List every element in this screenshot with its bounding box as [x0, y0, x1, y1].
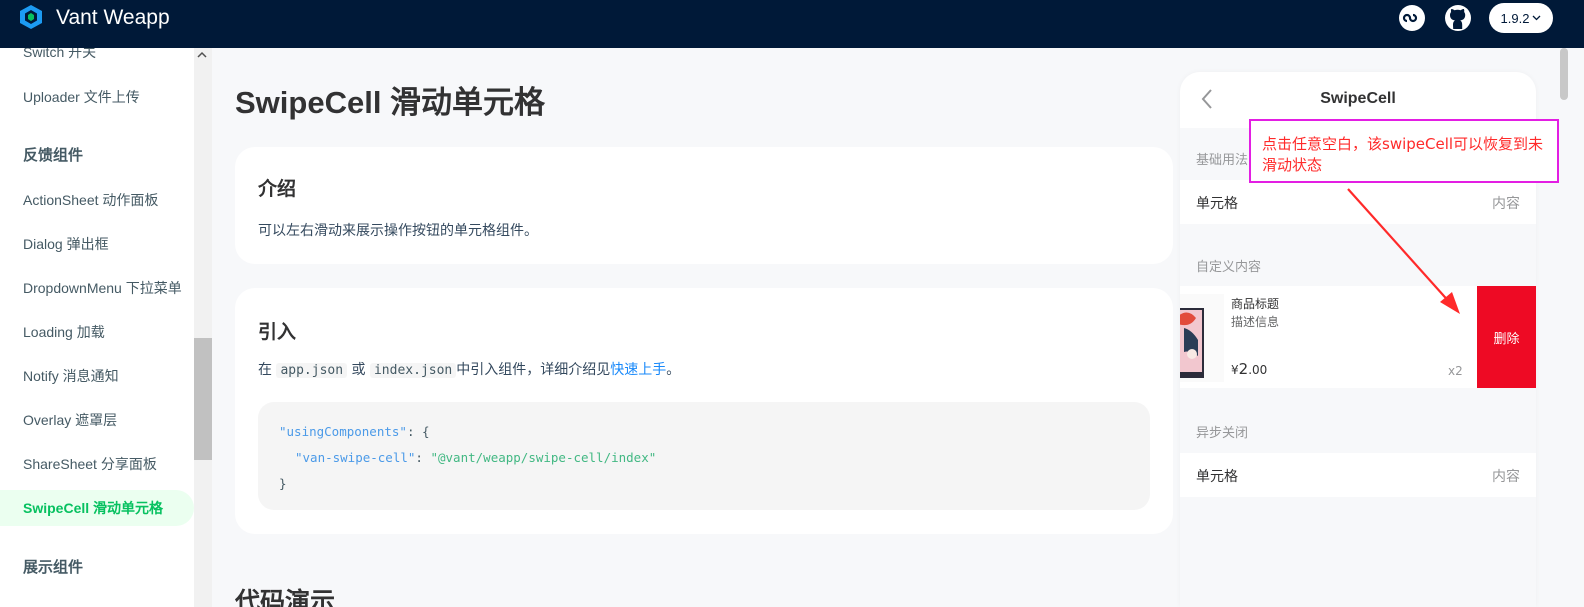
sidebar-item-dialog[interactable]: Dialog 弹出框 [0, 226, 194, 262]
section-async-label: 异步关闭 [1196, 426, 1249, 441]
annotation-callout: 点击任意空白，该swipeCell可以恢复到未滑动状态 [1249, 119, 1559, 183]
code-punct: } [279, 476, 287, 491]
intro-card: 介绍 可以左右滑动来展示操作按钮的单元格组件。 [235, 147, 1173, 264]
section-custom-label: 自定义内容 [1196, 260, 1262, 275]
import-text-or: 或 [351, 362, 366, 378]
code-key: "van-swipe-cell" [295, 450, 416, 465]
sidebar-item-sharesheet[interactable]: ShareSheet 分享面板 [0, 446, 194, 482]
chevron-down-icon [1532, 15, 1541, 21]
sidebar-item-label: SwipeCell 滑动单元格 [23, 500, 164, 516]
sidebar-item-label: Overlay 遮罩层 [23, 412, 118, 428]
sidebar-item-uploader[interactable]: Uploader 文件上传 [0, 79, 194, 115]
import-card: 引入 在 app.json 或 index.json 中引入组件，详细介绍见快速上… [235, 288, 1173, 534]
price-integer: 2 [1238, 360, 1249, 378]
code-punct: : [415, 450, 431, 465]
sidebar-item-overlay[interactable]: Overlay 遮罩层 [0, 402, 194, 438]
demo-heading: 代码演示 [235, 588, 336, 607]
code-string: "@vant/weapp/swipe-cell/index" [430, 450, 657, 465]
inline-code-index-json: index.json [369, 363, 457, 378]
delete-button[interactable]: 删除 [1477, 286, 1536, 388]
intro-text: 可以左右滑动来展示操作按钮的单元格组件。 [258, 223, 538, 239]
sidebar-item-loading[interactable]: Loading 加载 [0, 314, 194, 350]
code-punct: : { [406, 424, 430, 439]
swipe-cell-basic[interactable]: 单元格 内容 [1180, 180, 1536, 224]
brand-title[interactable]: Vant Weapp [56, 6, 170, 30]
sidebar-item-label: Dialog 弹出框 [23, 236, 109, 252]
delete-label: 删除 [1493, 331, 1520, 347]
sidebar-item-label: Loading 加载 [23, 324, 105, 340]
goods-title: 商品标题 [1231, 297, 1280, 311]
sidebar-item-actionsheet[interactable]: ActionSheet 动作面板 [0, 182, 194, 218]
sidebar-scrollbar-track[interactable] [194, 48, 212, 607]
import-heading: 引入 [258, 321, 297, 343]
import-text-mid: 中引入组件，详细介绍见 [456, 362, 611, 378]
scroll-up-icon[interactable] [197, 50, 207, 61]
version-select[interactable]: 1.9.2 [1489, 3, 1553, 33]
goods-desc: 描述信息 [1231, 315, 1280, 329]
goods-num: x2 [1448, 364, 1463, 378]
cell-title: 单元格 [1196, 469, 1238, 485]
sidebar-item-label: Notify 消息通知 [23, 368, 119, 384]
goods-thumbnail [1180, 294, 1224, 382]
sidebar-group-display: 展示组件 [23, 559, 84, 576]
import-text: 在 app.json 或 index.json 中引入组件，详细介绍见快速上手。 [258, 359, 680, 379]
inline-code-app-json: app.json [276, 363, 348, 378]
sidebar-item-label: DropdownMenu 下拉菜单 [23, 280, 182, 296]
sidebar-item-switch[interactable]: Switch 开关 [0, 48, 194, 70]
cell-value: 内容 [1492, 196, 1520, 212]
price-currency: ¥ [1231, 363, 1239, 377]
sidebar-item-dropdownmenu[interactable]: DropdownMenu 下拉菜单 [0, 270, 194, 306]
intro-heading: 介绍 [258, 178, 297, 200]
sim-title: SwipeCell [1320, 90, 1396, 107]
import-text-before: 在 [258, 362, 272, 378]
import-text-end: 。 [666, 362, 681, 378]
sidebar-group-feedback: 反馈组件 [23, 147, 84, 164]
vant-logo-icon[interactable] [18, 4, 44, 30]
sidebar-item-swipecell[interactable]: SwipeCell 滑动单元格 [0, 490, 194, 526]
code-block: "usingComponents": { "van-swipe-cell": "… [258, 402, 1150, 510]
page-title: SwipeCell 滑动单元格 [235, 85, 546, 120]
sidebar: Switch 开关 Uploader 文件上传 反馈组件 ActionSheet… [0, 48, 212, 607]
top-header: Vant Weapp 1.9.2 [0, 0, 1584, 48]
cell-value: 内容 [1492, 469, 1520, 485]
code-key: "usingComponents" [279, 424, 407, 439]
sidebar-scrollbar-thumb[interactable] [194, 338, 212, 460]
sidebar-item-label: Switch 开关 [23, 48, 97, 60]
swipe-cell-async[interactable]: 单元格 内容 [1180, 453, 1536, 497]
mini-program-icon[interactable] [1398, 4, 1426, 32]
section-basic-label: 基础用法 [1196, 153, 1249, 168]
version-label: 1.9.2 [1500, 10, 1530, 26]
github-icon[interactable] [1444, 4, 1472, 32]
price-decimal: .00 [1248, 363, 1268, 377]
sidebar-item-label: Uploader 文件上传 [23, 89, 140, 105]
sidebar-item-label: ActionSheet 动作面板 [23, 192, 159, 208]
cell-title: 单元格 [1196, 196, 1238, 212]
sidebar-item-label: ShareSheet 分享面板 [23, 456, 157, 472]
sidebar-item-notify[interactable]: Notify 消息通知 [0, 358, 194, 394]
goods-price: ¥2.00 [1231, 360, 1267, 378]
quickstart-link[interactable]: 快速上手 [610, 362, 666, 378]
window-scrollbar[interactable] [1560, 48, 1568, 100]
